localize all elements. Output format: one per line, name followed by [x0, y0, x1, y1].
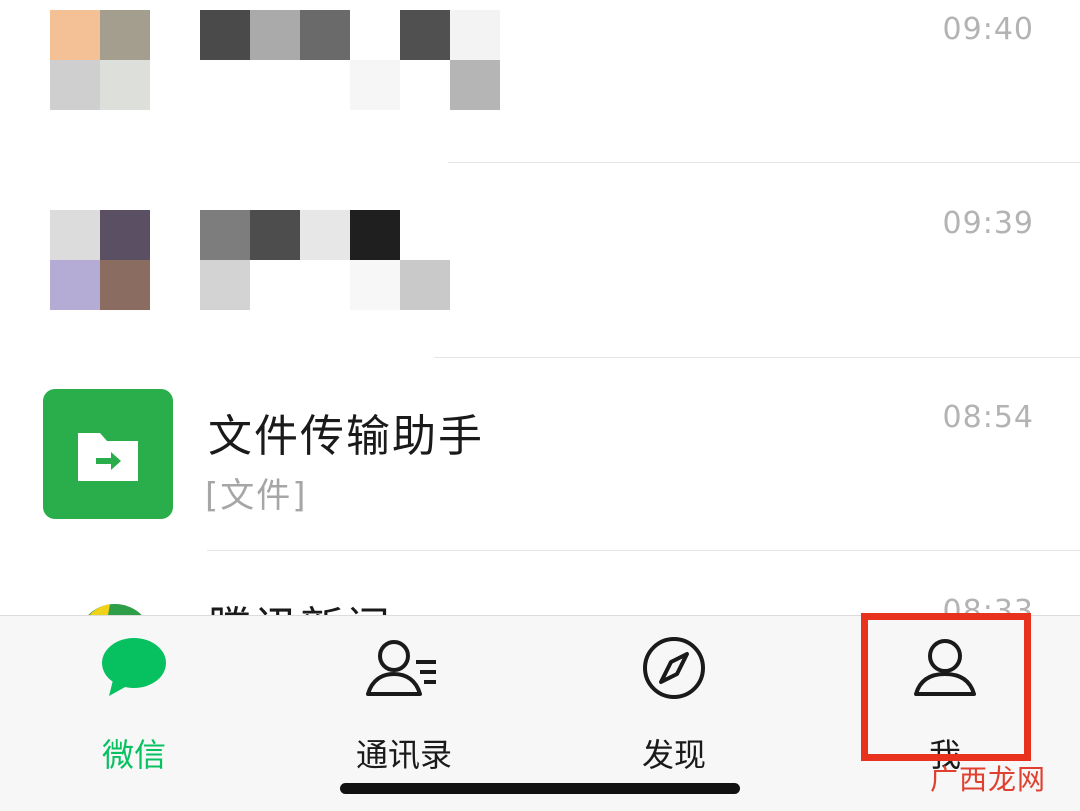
chat-time: 09:40: [942, 12, 1034, 47]
divider: [207, 550, 1080, 551]
chat-preview: [文件]: [205, 476, 308, 516]
news-avatar-icon: [88, 604, 142, 615]
file-transfer-avatar: [43, 389, 173, 519]
contacts-icon: [366, 640, 436, 696]
tab-label: 通讯录: [355, 736, 452, 774]
tab-chats[interactable]: 微信: [34, 636, 234, 774]
chat-time: 09:39: [942, 206, 1034, 241]
divider: [434, 357, 1080, 358]
home-indicator[interactable]: [340, 783, 740, 794]
compass-icon: [643, 637, 705, 699]
avatar-pixelated: [50, 10, 150, 110]
chat-time: 08:33: [942, 594, 1034, 615]
tab-label: 微信: [101, 736, 166, 774]
chat-bubble-icon: [102, 638, 166, 696]
chat-row[interactable]: 09:39: [0, 194, 1080, 388]
chat-name: 腾讯新闻: [208, 592, 392, 615]
chat-name: 文件传输助手: [208, 411, 484, 462]
highlight-box: [861, 613, 1031, 761]
divider: [448, 162, 1080, 163]
tab-discover[interactable]: 发现: [574, 636, 774, 774]
chat-row-tencent-news[interactable]: 08:33 腾讯新闻: [0, 582, 1080, 615]
chat-row[interactable]: 09:40: [0, 0, 1080, 194]
name-pixelated: [200, 210, 450, 310]
avatar-pixelated: [50, 210, 150, 310]
tab-contacts[interactable]: 通讯录: [304, 636, 504, 774]
name-pixelated: [200, 10, 500, 110]
chat-list: 09:40 09:39 08:54 文件传输助手 [文件] 08:33 腾讯新闻: [0, 0, 1080, 615]
folder-arrow-icon: [78, 433, 138, 481]
tab-label: 发现: [641, 736, 706, 774]
watermark: 广西龙网: [929, 763, 1046, 796]
chat-time: 08:54: [942, 400, 1034, 435]
